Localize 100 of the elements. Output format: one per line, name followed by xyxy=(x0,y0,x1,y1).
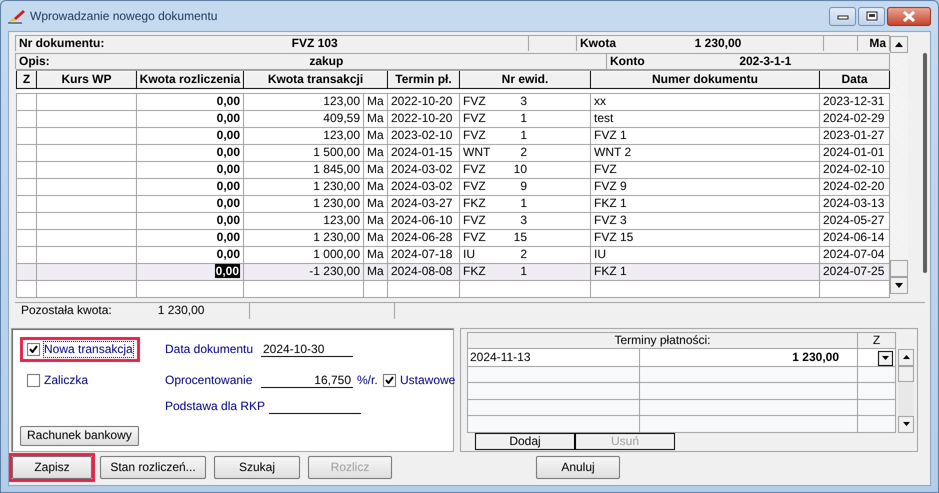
checkbox[interactable] xyxy=(27,374,40,386)
table-cell: 0,00 xyxy=(216,179,240,193)
checkmark-icon xyxy=(29,345,38,353)
dialog-button[interactable]: Anuluj xyxy=(536,456,620,478)
dialog-button[interactable]: Stan rozliczeń... xyxy=(100,456,206,478)
currency-label: Ma xyxy=(869,36,886,51)
field-label: Data dokumentu xyxy=(165,342,254,356)
checkbox-label[interactable]: Zaliczka xyxy=(44,372,88,388)
scroll-up-button[interactable] xyxy=(898,348,914,366)
field-label: Kwota xyxy=(580,36,616,51)
table-cell-text: FVZ xyxy=(463,213,487,228)
table-cell: FVZ 9 xyxy=(590,178,820,195)
scroll-down-button[interactable] xyxy=(890,277,908,294)
checkbox-label[interactable]: Ustawowe xyxy=(400,372,456,388)
table-cell: 1 230,00 xyxy=(244,178,364,195)
table-cell: FVZ 1 xyxy=(590,127,820,144)
table-cell: 2024-01-01 xyxy=(820,144,890,161)
scrollbar-thumb[interactable] xyxy=(890,260,908,277)
table-cell-text: FKZ xyxy=(463,264,487,279)
checkbox-label[interactable]: Nowa transakcja xyxy=(44,342,133,356)
table-cell-text: 3 xyxy=(519,94,527,109)
maximize-button[interactable] xyxy=(858,6,885,26)
table-cell: 2024-07-04 xyxy=(820,246,890,263)
field-label: Konto xyxy=(610,54,645,69)
field-value: zakup xyxy=(308,54,344,69)
table-cell: Ma xyxy=(364,110,388,127)
column-header: Z xyxy=(16,70,36,88)
table-cell: 2024-03-27 xyxy=(388,195,460,212)
table-cell-text: 3 xyxy=(519,213,527,228)
up-arrow-icon[interactable] xyxy=(895,42,903,47)
summary-label: Pozostała kwota: xyxy=(21,303,112,318)
checkbox[interactable] xyxy=(383,374,396,386)
table-cell-text: 1 xyxy=(519,196,527,211)
table-cell: 2024-03-02 xyxy=(388,161,460,178)
checkbox[interactable] xyxy=(27,342,40,356)
table-cell: WNT 2 xyxy=(590,144,820,161)
table-cell: 123,00 xyxy=(244,127,364,144)
table-cell: xx xyxy=(590,93,820,110)
table-cell: IU xyxy=(590,246,820,263)
table-cell: 2024-06-14 xyxy=(820,229,890,246)
input-field[interactable]: 2024-10-30 xyxy=(261,342,353,356)
scrollbar-thumb[interactable] xyxy=(898,366,914,382)
table-cell: 2024-07-18 xyxy=(388,246,460,263)
table-cell: test xyxy=(590,110,820,127)
table-cell-text: FVZ xyxy=(463,179,487,194)
field-value: FVZ 103 xyxy=(290,36,339,51)
small-button[interactable]: Dodaj xyxy=(475,432,575,450)
dropdown-button[interactable] xyxy=(878,350,894,366)
table-cell: 2024-03-02 xyxy=(388,178,460,195)
table-cell: 2024-11-13 xyxy=(468,348,640,366)
table-cell: Ma xyxy=(364,212,388,229)
bank-account-button[interactable]: Rachunek bankowy xyxy=(20,426,139,446)
table-cell: 123,00 xyxy=(244,93,364,110)
up-arrow-icon[interactable] xyxy=(902,355,910,359)
table-cell: -1 230,00 xyxy=(244,263,364,280)
caret-icon[interactable] xyxy=(882,356,890,360)
table-cell-text: FVZ xyxy=(463,162,487,177)
table-cell: 2024-08-08 xyxy=(388,263,460,280)
table-cell: 2022-10-20 xyxy=(388,110,460,127)
table-cell: Ma xyxy=(364,195,388,212)
scroll-down-button[interactable] xyxy=(898,416,914,432)
table-cell: 2024-05-27 xyxy=(820,212,890,229)
table-cell: FVZ 3 xyxy=(590,212,820,229)
maximize-icon[interactable] xyxy=(866,11,878,21)
column-header: Z xyxy=(858,332,896,348)
table-cell: 123,00 xyxy=(244,212,364,229)
scrollbar-thumb[interactable] xyxy=(923,53,927,273)
unit-label: %/r. xyxy=(357,372,378,388)
table-cell: 2024-02-20 xyxy=(820,178,890,195)
field-label: Opis: xyxy=(19,54,50,69)
column-header: Terminy płatności: xyxy=(468,332,858,348)
column-header: Numer dokumentu xyxy=(590,70,820,88)
table-cell: 2024-06-28 xyxy=(388,229,460,246)
checkmark-icon xyxy=(385,376,394,384)
table-cell-text: WNT xyxy=(463,145,492,160)
close-icon[interactable] xyxy=(902,10,916,22)
table-cell-text: 9 xyxy=(519,179,527,194)
column-header: Termin pł. xyxy=(388,70,460,88)
input-field[interactable]: 16,750 xyxy=(261,372,353,388)
table-cell: 1 845,00 xyxy=(244,161,364,178)
dialog-button[interactable]: Szukaj xyxy=(214,456,300,478)
table-cell-text: IU xyxy=(463,247,476,262)
close-button[interactable] xyxy=(887,6,931,26)
column-header: Kurs WP xyxy=(36,70,136,88)
table-cell: FVZ xyxy=(590,161,820,178)
field-value: 202-3-1-1 xyxy=(738,54,792,69)
table-cell: 0,00 xyxy=(216,162,240,176)
table-cell: 2023-12-31 xyxy=(820,93,890,110)
down-arrow-icon[interactable] xyxy=(895,283,903,288)
table-cell-text: FVZ xyxy=(463,230,487,245)
scroll-up-button[interactable] xyxy=(890,36,908,53)
table-cell: FVZ 15 xyxy=(590,229,820,246)
table-cell: 1 230,00 xyxy=(244,195,364,212)
dialog-button[interactable]: Zapisz xyxy=(12,456,92,478)
minimize-button[interactable] xyxy=(829,6,856,26)
table-cell-text: FVZ xyxy=(463,128,487,143)
table-cell: Ma xyxy=(364,93,388,110)
down-arrow-icon[interactable] xyxy=(902,422,910,426)
table-cell-text: 1 xyxy=(519,128,527,143)
table-cell: 0,00 xyxy=(216,213,240,227)
